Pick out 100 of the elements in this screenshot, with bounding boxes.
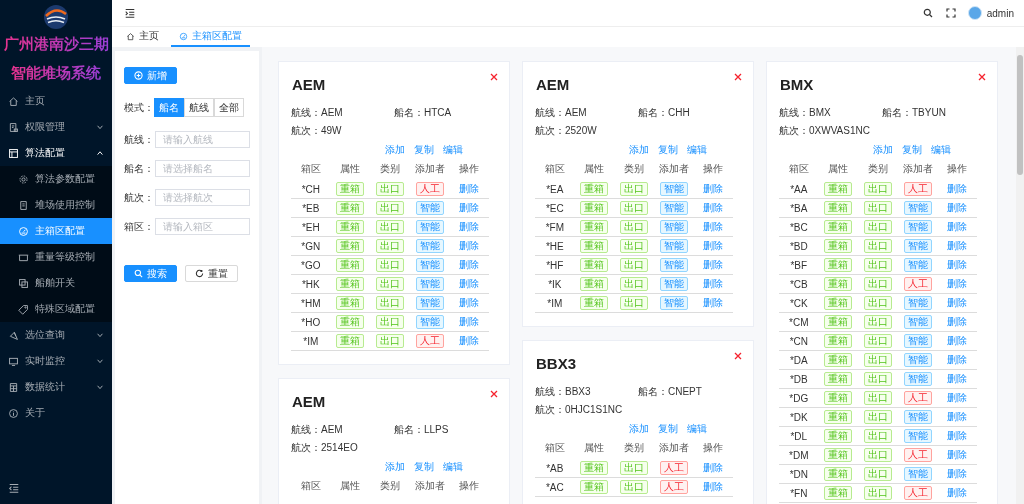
category-tag: 出口	[620, 296, 648, 310]
sidebar-subitem[interactable]: 堆场使用控制	[0, 192, 112, 218]
delete-link[interactable]: 删除	[703, 278, 724, 289]
close-icon[interactable]	[490, 390, 498, 398]
close-icon[interactable]	[734, 352, 742, 360]
sidebar-subitem[interactable]: 船舶开关	[0, 270, 112, 296]
attribute-tag: 重箱	[824, 277, 853, 291]
collapse-menu-icon[interactable]	[8, 482, 20, 494]
action-link[interactable]: 编辑	[687, 142, 707, 158]
delete-link[interactable]: 删除	[459, 316, 480, 327]
delete-link[interactable]: 删除	[947, 373, 968, 384]
sidebar-item[interactable]: 权限管理	[0, 114, 112, 140]
delete-link[interactable]: 删除	[947, 202, 968, 213]
action-link[interactable]: 编辑	[931, 142, 951, 158]
input-field[interactable]: 请输入箱区	[155, 218, 250, 235]
avatar[interactable]	[967, 6, 982, 20]
delete-link[interactable]: 删除	[459, 183, 480, 194]
delete-link[interactable]: 删除	[459, 259, 480, 270]
sidebar-item[interactable]: 关于	[0, 400, 112, 426]
delete-link[interactable]: 删除	[947, 221, 968, 232]
action-link[interactable]: 编辑	[443, 459, 463, 475]
delete-link[interactable]: 删除	[947, 316, 968, 327]
adder-tag: 智能	[903, 315, 932, 329]
sidebar-item[interactable]: 选位查询	[0, 322, 112, 348]
action-link[interactable]: 编辑	[443, 142, 463, 158]
mode-option[interactable]: 航线	[184, 98, 214, 117]
delete-link[interactable]: 删除	[947, 240, 968, 251]
adder-tag: 人工	[903, 391, 932, 405]
fullscreen-icon[interactable]	[945, 8, 956, 18]
mode-option[interactable]: 全部	[214, 98, 244, 117]
delete-link[interactable]: 删除	[947, 259, 968, 270]
category-tag: 出口	[620, 201, 648, 215]
app-title: 智能堆场系统	[11, 63, 101, 84]
sidebar-item[interactable]: 实时监控	[0, 348, 112, 374]
delete-link[interactable]: 删除	[947, 278, 968, 289]
action-link[interactable]: 复制	[414, 459, 434, 475]
add-button[interactable]: 新增	[124, 67, 177, 84]
action-link[interactable]: 编辑	[687, 421, 707, 437]
delete-link[interactable]: 删除	[947, 354, 968, 365]
mode-option[interactable]: 船名	[154, 98, 184, 117]
input-field[interactable]: 请输入航线	[155, 131, 250, 148]
adder-tag: 智能	[415, 201, 444, 215]
delete-link[interactable]: 删除	[947, 297, 968, 308]
sidebar-item[interactable]: 数据统计	[0, 374, 112, 400]
sidebar-subitem[interactable]: 算法参数配置	[0, 166, 112, 192]
delete-link[interactable]: 删除	[947, 487, 968, 498]
column-header: 属性	[339, 162, 362, 176]
zone-text: *EB	[302, 202, 320, 214]
zone-text: *DA	[789, 354, 808, 366]
sidebar-item[interactable]: 算法配置	[0, 140, 112, 166]
search-button[interactable]: 搜索	[124, 265, 177, 282]
menu-fold-icon[interactable]	[124, 7, 136, 19]
tab[interactable]: 主页	[118, 27, 167, 47]
delete-link[interactable]: 删除	[947, 335, 968, 346]
delete-link[interactable]: 删除	[947, 392, 968, 403]
input-field[interactable]: 请选择船名	[155, 160, 250, 177]
delete-link[interactable]: 删除	[459, 335, 480, 346]
delete-link[interactable]: 删除	[459, 240, 480, 251]
sidebar-subitem[interactable]: 主箱区配置	[0, 218, 112, 244]
delete-link[interactable]: 删除	[703, 481, 724, 492]
input-field[interactable]: 请选择航次	[155, 189, 250, 206]
action-link[interactable]: 添加	[629, 142, 649, 158]
action-link[interactable]: 复制	[658, 142, 678, 158]
delete-link[interactable]: 删除	[947, 411, 968, 422]
user-name[interactable]: admin	[986, 7, 1014, 19]
scrollbar[interactable]	[1016, 47, 1024, 504]
action-link[interactable]: 添加	[873, 142, 893, 158]
action-link[interactable]: 添加	[385, 142, 405, 158]
delete-link[interactable]: 删除	[947, 449, 968, 460]
action-link[interactable]: 添加	[385, 459, 405, 475]
category-tag: 出口	[620, 480, 648, 494]
sidebar-item[interactable]: 主页	[0, 88, 112, 114]
action-link[interactable]: 复制	[414, 142, 434, 158]
action-link[interactable]: 复制	[902, 142, 922, 158]
delete-link[interactable]: 删除	[947, 468, 968, 479]
delete-link[interactable]: 删除	[947, 430, 968, 441]
search-icon[interactable]	[922, 8, 933, 18]
action-link[interactable]: 添加	[629, 421, 649, 437]
delete-link[interactable]: 删除	[703, 462, 724, 473]
delete-link[interactable]: 删除	[947, 183, 968, 194]
delete-link[interactable]: 删除	[703, 221, 724, 232]
delete-link[interactable]: 删除	[703, 240, 724, 251]
refresh-icon	[195, 269, 204, 278]
delete-link[interactable]: 删除	[703, 183, 724, 194]
sidebar-subitem[interactable]: 重量等级控制	[0, 244, 112, 270]
delete-link[interactable]: 删除	[459, 221, 480, 232]
delete-link[interactable]: 删除	[703, 297, 724, 308]
category-tag: 出口	[864, 429, 892, 443]
action-link[interactable]: 复制	[658, 421, 678, 437]
delete-link[interactable]: 删除	[703, 259, 724, 270]
reset-button[interactable]: 重置	[185, 265, 238, 282]
delete-link[interactable]: 删除	[703, 202, 724, 213]
sidebar-subitem[interactable]: 特殊区域配置	[0, 296, 112, 322]
delete-link[interactable]: 删除	[459, 297, 480, 308]
close-icon[interactable]	[734, 73, 742, 81]
close-icon[interactable]	[490, 73, 498, 81]
delete-link[interactable]: 删除	[459, 278, 480, 289]
delete-link[interactable]: 删除	[459, 202, 480, 213]
tab[interactable]: 主箱区配置	[171, 27, 250, 47]
close-icon[interactable]	[978, 73, 986, 81]
